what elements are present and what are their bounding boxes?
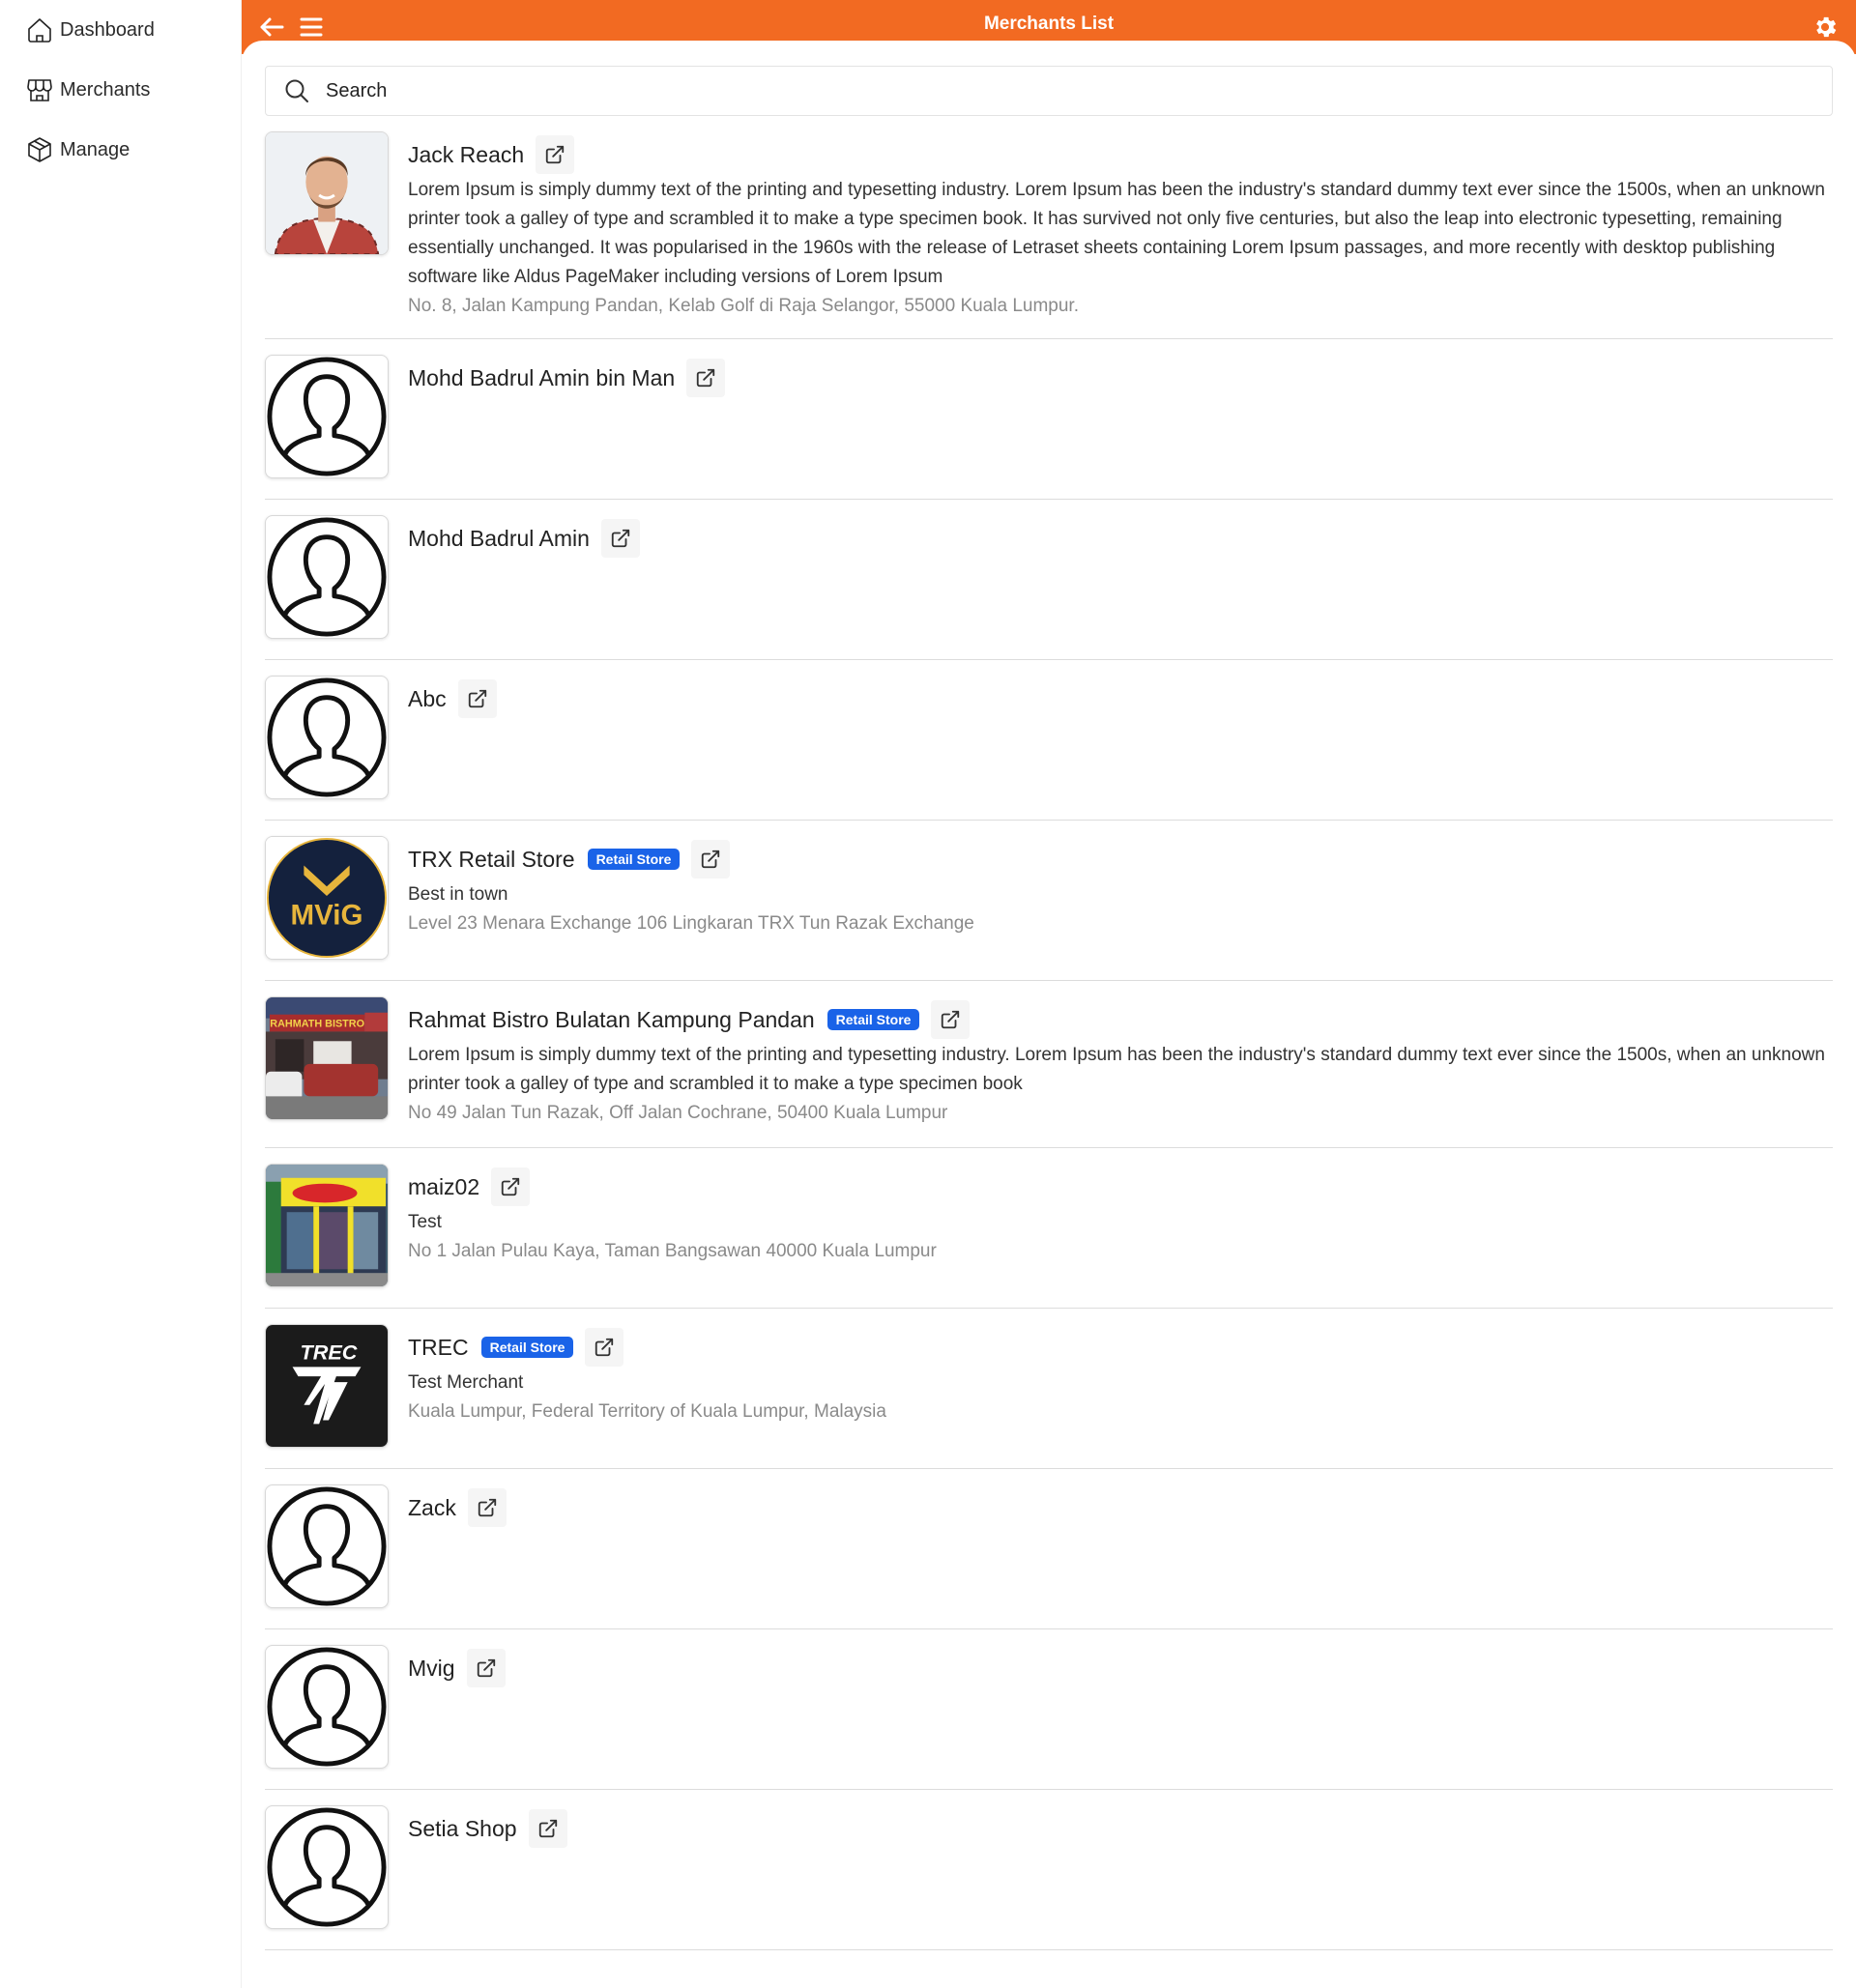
- merchant-description: Test: [408, 1212, 442, 1232]
- list-item[interactable]: MViG TRX Retail Store Retail Store Best …: [265, 821, 1833, 981]
- external-link-icon: [546, 145, 565, 164]
- external-link-icon: [501, 1177, 520, 1196]
- sidebar-item-merchants[interactable]: Merchants: [0, 60, 241, 120]
- merchant-avatar: MViG: [265, 836, 389, 960]
- merchant-name: maiz02: [408, 1173, 480, 1199]
- open-external-button[interactable]: [585, 1328, 624, 1367]
- search-icon: [285, 79, 308, 102]
- user-placeholder-icon: [267, 677, 387, 797]
- external-link-icon: [611, 529, 630, 548]
- sidebar-item-label: Merchants: [60, 78, 151, 101]
- external-link-icon: [478, 1498, 497, 1517]
- restaurant-photo: RAHMATH BISTRO: [266, 997, 388, 1119]
- external-link-icon: [595, 1338, 614, 1357]
- merchant-description: Lorem Ipsum is simply dummy text of the …: [408, 1045, 1825, 1094]
- shopfront-photo: [266, 1165, 388, 1286]
- list-item[interactable]: Jack Reach Lorem Ipsum is simply dummy t…: [265, 116, 1833, 339]
- merchant-list: Jack Reach Lorem Ipsum is simply dummy t…: [265, 116, 1833, 1950]
- external-link-icon: [468, 689, 486, 708]
- merchant-avatar: [265, 515, 389, 639]
- merchant-description: Test Merchant: [408, 1372, 524, 1393]
- merchant-avatar: [265, 1164, 389, 1287]
- gear-icon[interactable]: [1812, 14, 1839, 41]
- merchant-address: Level 23 Menara Exchange 106 Lingkaran T…: [408, 913, 974, 934]
- box-icon: [28, 137, 51, 162]
- search-bar: [265, 66, 1833, 116]
- category-badge: Retail Store: [480, 1337, 574, 1358]
- open-external-button[interactable]: [600, 519, 640, 558]
- open-external-button[interactable]: [686, 359, 726, 397]
- open-external-button[interactable]: [536, 135, 575, 174]
- merchant-avatar: [265, 355, 389, 478]
- home-icon: [28, 18, 51, 43]
- merchant-name: TRX Retail Store: [408, 846, 575, 872]
- list-item[interactable]: maiz02 Test No 1 Jalan Pulau Kaya, Taman…: [265, 1148, 1833, 1309]
- merchant-description: Lorem Ipsum is simply dummy text of the …: [408, 180, 1825, 287]
- external-link-icon: [702, 850, 720, 869]
- open-external-button[interactable]: [931, 1000, 971, 1039]
- user-placeholder-icon: [267, 1807, 387, 1927]
- sidebar-item-label: Manage: [60, 138, 130, 160]
- merchant-name: Abc: [408, 685, 447, 711]
- merchant-name: Mohd Badrul Amin bin Man: [408, 364, 676, 390]
- open-external-button[interactable]: [491, 1167, 531, 1206]
- merchant-address: No 49 Jalan Tun Razak, Off Jalan Cochran…: [408, 1103, 948, 1123]
- sidebar: Dashboard Merchants Manage: [0, 0, 242, 1988]
- svg-text:RAHMATH BISTRO: RAHMATH BISTRO: [270, 1019, 364, 1030]
- sidebar-item-label: Dashboard: [60, 18, 155, 41]
- user-placeholder-icon: [267, 1647, 387, 1767]
- external-link-icon: [538, 1819, 557, 1838]
- merchant-description: Best in town: [408, 884, 508, 905]
- list-item[interactable]: Setia Shop: [265, 1790, 1833, 1950]
- user-placeholder-icon: [267, 517, 387, 637]
- merchant-name: Zack: [408, 1494, 456, 1520]
- trec-logo: TREC: [266, 1325, 388, 1447]
- category-badge: Retail Store: [587, 849, 681, 870]
- merchant-name: Mohd Badrul Amin: [408, 525, 590, 551]
- merchant-avatar: [265, 131, 389, 255]
- external-link-icon: [477, 1658, 495, 1678]
- merchant-address: Kuala Lumpur, Federal Territory of Kuala…: [408, 1401, 886, 1422]
- merchant-name: Jack Reach: [408, 141, 525, 167]
- merchant-avatar: [265, 1645, 389, 1769]
- list-item[interactable]: Abc: [265, 660, 1833, 821]
- page-title: Merchants List: [983, 14, 1115, 34]
- open-external-button[interactable]: [467, 1488, 507, 1527]
- merchant-name: Rahmat Bistro Bulatan Kampung Pandan: [408, 1006, 815, 1032]
- svg-text:MViG: MViG: [291, 900, 363, 932]
- list-item[interactable]: Zack: [265, 1469, 1833, 1629]
- open-external-button[interactable]: [528, 1809, 567, 1848]
- open-external-button[interactable]: [691, 840, 731, 879]
- merchant-avatar: TREC: [265, 1324, 389, 1448]
- merchant-avatar: [265, 676, 389, 799]
- merchant-avatar: [265, 1805, 389, 1929]
- merchant-name: TREC: [408, 1334, 469, 1360]
- mvig-logo: MViG: [266, 837, 388, 959]
- external-link-icon: [942, 1010, 960, 1029]
- svg-text:TREC: TREC: [301, 1340, 358, 1364]
- open-external-button[interactable]: [457, 679, 497, 718]
- merchant-name: Setia Shop: [408, 1815, 517, 1841]
- user-placeholder-icon: [267, 1486, 387, 1606]
- list-item[interactable]: RAHMATH BISTRO Rahmat Bistro Bulatan Kam…: [265, 981, 1833, 1148]
- merchant-avatar: [265, 1484, 389, 1608]
- list-item[interactable]: Mohd Badrul Amin bin Man: [265, 339, 1833, 500]
- open-external-button[interactable]: [466, 1649, 506, 1687]
- store-icon: [27, 79, 52, 101]
- merchant-address: No 1 Jalan Pulau Kaya, Taman Bangsawan 4…: [408, 1241, 937, 1261]
- search-input[interactable]: [326, 79, 1776, 102]
- list-item[interactable]: TREC TREC Retail Store Test Merchant Kua…: [265, 1309, 1833, 1469]
- merchant-name: Mvig: [408, 1655, 455, 1681]
- merchant-address: No. 8, Jalan Kampung Pandan, Kelab Golf …: [408, 296, 1079, 316]
- external-link-icon: [696, 368, 715, 388]
- user-placeholder-icon: [267, 357, 387, 476]
- merchant-avatar: RAHMATH BISTRO: [265, 996, 389, 1120]
- list-item[interactable]: Mohd Badrul Amin: [265, 500, 1833, 660]
- category-badge: Retail Store: [826, 1009, 920, 1030]
- sidebar-item-manage[interactable]: Manage: [0, 120, 241, 180]
- sidebar-item-dashboard[interactable]: Dashboard: [0, 0, 241, 60]
- list-item[interactable]: Mvig: [265, 1629, 1833, 1790]
